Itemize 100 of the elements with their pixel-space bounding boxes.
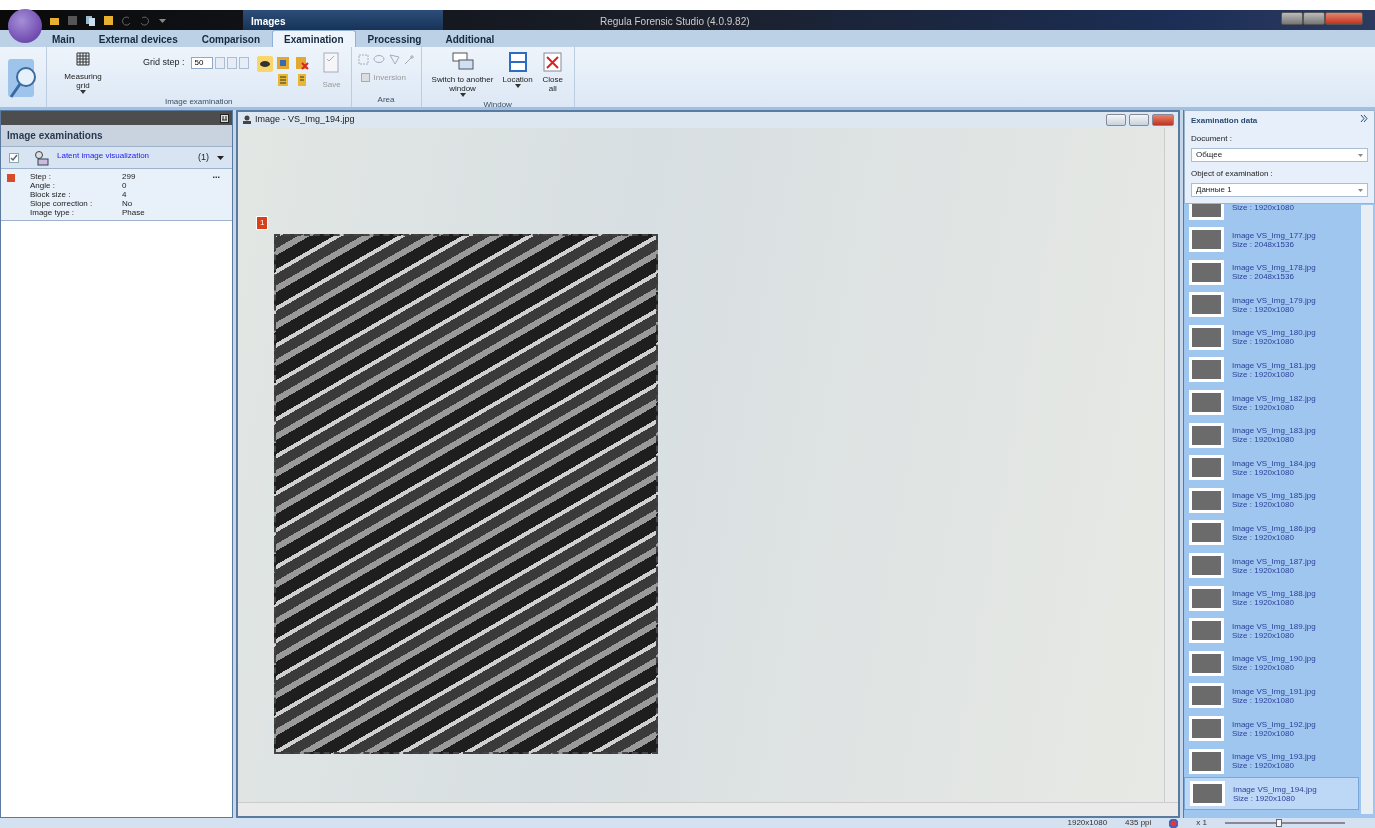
image-name: Image VS_Img_193.jpg xyxy=(1232,752,1316,762)
ribbon-tab[interactable]: Processing xyxy=(355,30,434,47)
minimize-button[interactable] xyxy=(1281,12,1303,25)
param-value: No xyxy=(122,199,134,208)
collapse-icon[interactable] xyxy=(1360,115,1368,122)
horizontal-scrollbar[interactable] xyxy=(238,802,1178,816)
switch-window-button[interactable]: Switch to another window xyxy=(427,50,498,99)
ribbon-tab[interactable]: Main xyxy=(40,30,87,47)
image-window-title: Image - VS_Img_194.jpg xyxy=(255,113,356,127)
image-list-item[interactable]: Image VS_Img_181.jpg Size : 1920x1080 xyxy=(1184,353,1359,387)
image-size: Size : 1920x1080 xyxy=(1232,761,1295,771)
thumbnail-placeholder xyxy=(1189,748,1224,774)
examination-link[interactable]: Latent image visualization xyxy=(57,147,198,162)
more-button[interactable]: ... xyxy=(212,172,220,217)
polygon-select-icon[interactable] xyxy=(388,54,400,65)
image-name: Image VS_Img_191.jpg xyxy=(1232,686,1316,696)
caret-icon xyxy=(1358,153,1363,157)
color-wheel-icon[interactable] xyxy=(1169,818,1179,828)
ribbon-tab[interactable]: Additional xyxy=(433,30,507,47)
ribbon-tab[interactable]: Examination xyxy=(272,30,356,47)
list-icon[interactable] xyxy=(275,73,290,87)
image-list-item[interactable]: Image VS_Img_187.jpg Size : 1920x1080 xyxy=(1184,549,1359,582)
image-name: Image VS_Img_183.jpg xyxy=(1232,426,1316,436)
thumbnail-placeholder xyxy=(1189,292,1224,318)
image-size: Size : 1920x1080 xyxy=(1232,435,1295,445)
thumbnail-placeholder xyxy=(1189,650,1224,676)
restore-button[interactable] xyxy=(1129,114,1149,126)
grid-icon xyxy=(76,52,90,66)
document-dropdown[interactable]: Общее xyxy=(1191,148,1368,162)
thumbnail-placeholder xyxy=(1189,683,1224,709)
ribbon-tab[interactable]: External devices xyxy=(86,30,190,47)
image-name: Image VS_Img_184.jpg xyxy=(1232,458,1316,468)
image-name: Image VS_Img_177.jpg xyxy=(1232,230,1316,240)
magic-wand-icon[interactable] xyxy=(403,54,415,65)
image-list-item[interactable]: Image VS_Img_179.jpg Size : 1920x1080 xyxy=(1184,288,1359,322)
redo-icon[interactable] xyxy=(139,14,150,26)
close-all-button[interactable]: Close all xyxy=(537,50,568,95)
thumbnail-placeholder xyxy=(1189,618,1224,644)
count-label: (1) xyxy=(198,150,209,164)
image-list-item[interactable]: Image VS_Img_189.jpg Size : 1920x1080 xyxy=(1184,614,1359,648)
image-name: Image VS_Img_188.jpg xyxy=(1232,589,1316,599)
image-list-item[interactable]: Image VS_Img_177.jpg Size : 2048x1536 xyxy=(1184,223,1359,256)
thumbnail-placeholder xyxy=(1189,324,1224,350)
image-list-item[interactable]: Image VS_Img_182.jpg Size : 1920x1080 xyxy=(1184,386,1359,419)
image-list-item[interactable]: Image VS_Img_184.jpg Size : 1920x1080 xyxy=(1184,451,1359,485)
app-logo[interactable] xyxy=(8,9,42,43)
undo-icon[interactable] xyxy=(121,14,132,26)
zoom-label: x 1 xyxy=(1196,818,1207,828)
thumbnail-placeholder xyxy=(1189,357,1224,383)
grid-step-field[interactable]: 50 xyxy=(190,56,213,69)
close-button[interactable] xyxy=(1152,114,1174,126)
caret-icon xyxy=(514,84,521,88)
image-size: Size : 1920x1080 xyxy=(1232,728,1294,738)
image-list-item[interactable]: Image VS_Img_186.jpg Size : 1920x1080 xyxy=(1184,516,1359,550)
image-size: Size : 1920x1080 xyxy=(1232,630,1294,640)
close-button[interactable] xyxy=(1325,12,1363,25)
maximize-button[interactable] xyxy=(1303,12,1325,25)
param-value: 299 xyxy=(122,172,137,181)
field-label: Document : xyxy=(1191,133,1233,145)
image-list-item[interactable]: Image VS_Img_194.jpg Size : 1920x1080 xyxy=(1184,777,1359,810)
image-size: Size : 2048x1536 xyxy=(1232,239,1294,249)
pin-icon[interactable] xyxy=(220,113,229,123)
image-list-item[interactable]: Size : 1920x1080 xyxy=(1184,204,1359,224)
close-windows-icon xyxy=(541,52,564,72)
vertical-scrollbar[interactable] xyxy=(1164,128,1178,802)
grid-step-label: Grid step : xyxy=(143,56,185,69)
checkbox[interactable] xyxy=(9,152,19,163)
thumbnail-placeholder xyxy=(1189,259,1224,285)
ribbon-tab[interactable]: Comparison xyxy=(189,30,273,47)
dropdown-icon[interactable] xyxy=(217,155,224,160)
image-list-item[interactable]: Image VS_Img_185.jpg Size : 1920x1080 xyxy=(1184,484,1359,517)
minimize-button[interactable] xyxy=(1106,114,1126,126)
image-size: Size : 1920x1080 xyxy=(1232,370,1295,379)
group-label: Area xyxy=(376,94,396,106)
image-list-item[interactable]: Image VS_Img_178.jpg Size : 2048x1536 xyxy=(1184,255,1359,289)
slider-thumb[interactable] xyxy=(1276,819,1282,827)
location-button[interactable]: Location xyxy=(499,50,536,90)
param-label: Image type : xyxy=(30,208,76,217)
thumbnail-placeholder xyxy=(1189,455,1224,481)
image-list-item[interactable]: Image VS_Img_180.jpg Size : 1920x1080 xyxy=(1184,321,1359,354)
paste-icon[interactable] xyxy=(103,14,114,26)
image-size: Size : 1920x1080 xyxy=(1232,500,1295,510)
image-list-item[interactable]: Image VS_Img_193.jpg Size : 1920x1080 xyxy=(1184,744,1359,778)
image-list-item[interactable]: Image VS_Img_183.jpg Size : 1920x1080 xyxy=(1184,418,1359,452)
vertical-scrollbar[interactable] xyxy=(1361,205,1373,814)
image-list-item[interactable]: Image VS_Img_192.jpg Size : 1920x1080 xyxy=(1184,712,1359,745)
object-dropdown[interactable]: Данные 1 xyxy=(1191,183,1368,197)
field-label: Object of examination : xyxy=(1191,168,1274,180)
param-value: Phase xyxy=(122,208,146,217)
resolution-label: 1920x1080 xyxy=(1067,818,1108,828)
region-marker[interactable]: 1 xyxy=(256,216,269,230)
measuring-grid-button[interactable]: Measuring grid xyxy=(53,50,113,96)
delete-icon[interactable] xyxy=(294,56,309,70)
copy-icon[interactable] xyxy=(85,14,96,26)
eye-icon[interactable] xyxy=(256,56,273,72)
thumbnail-placeholder xyxy=(1189,390,1224,416)
image-list-item[interactable]: Image VS_Img_188.jpg Size : 1920x1080 xyxy=(1184,581,1359,615)
lasso-icon[interactable] xyxy=(372,54,385,65)
image-list-item[interactable]: Image VS_Img_190.jpg Size : 1920x1080 xyxy=(1184,647,1359,680)
image-list-item[interactable]: Image VS_Img_191.jpg Size : 1920x1080 xyxy=(1184,679,1359,713)
